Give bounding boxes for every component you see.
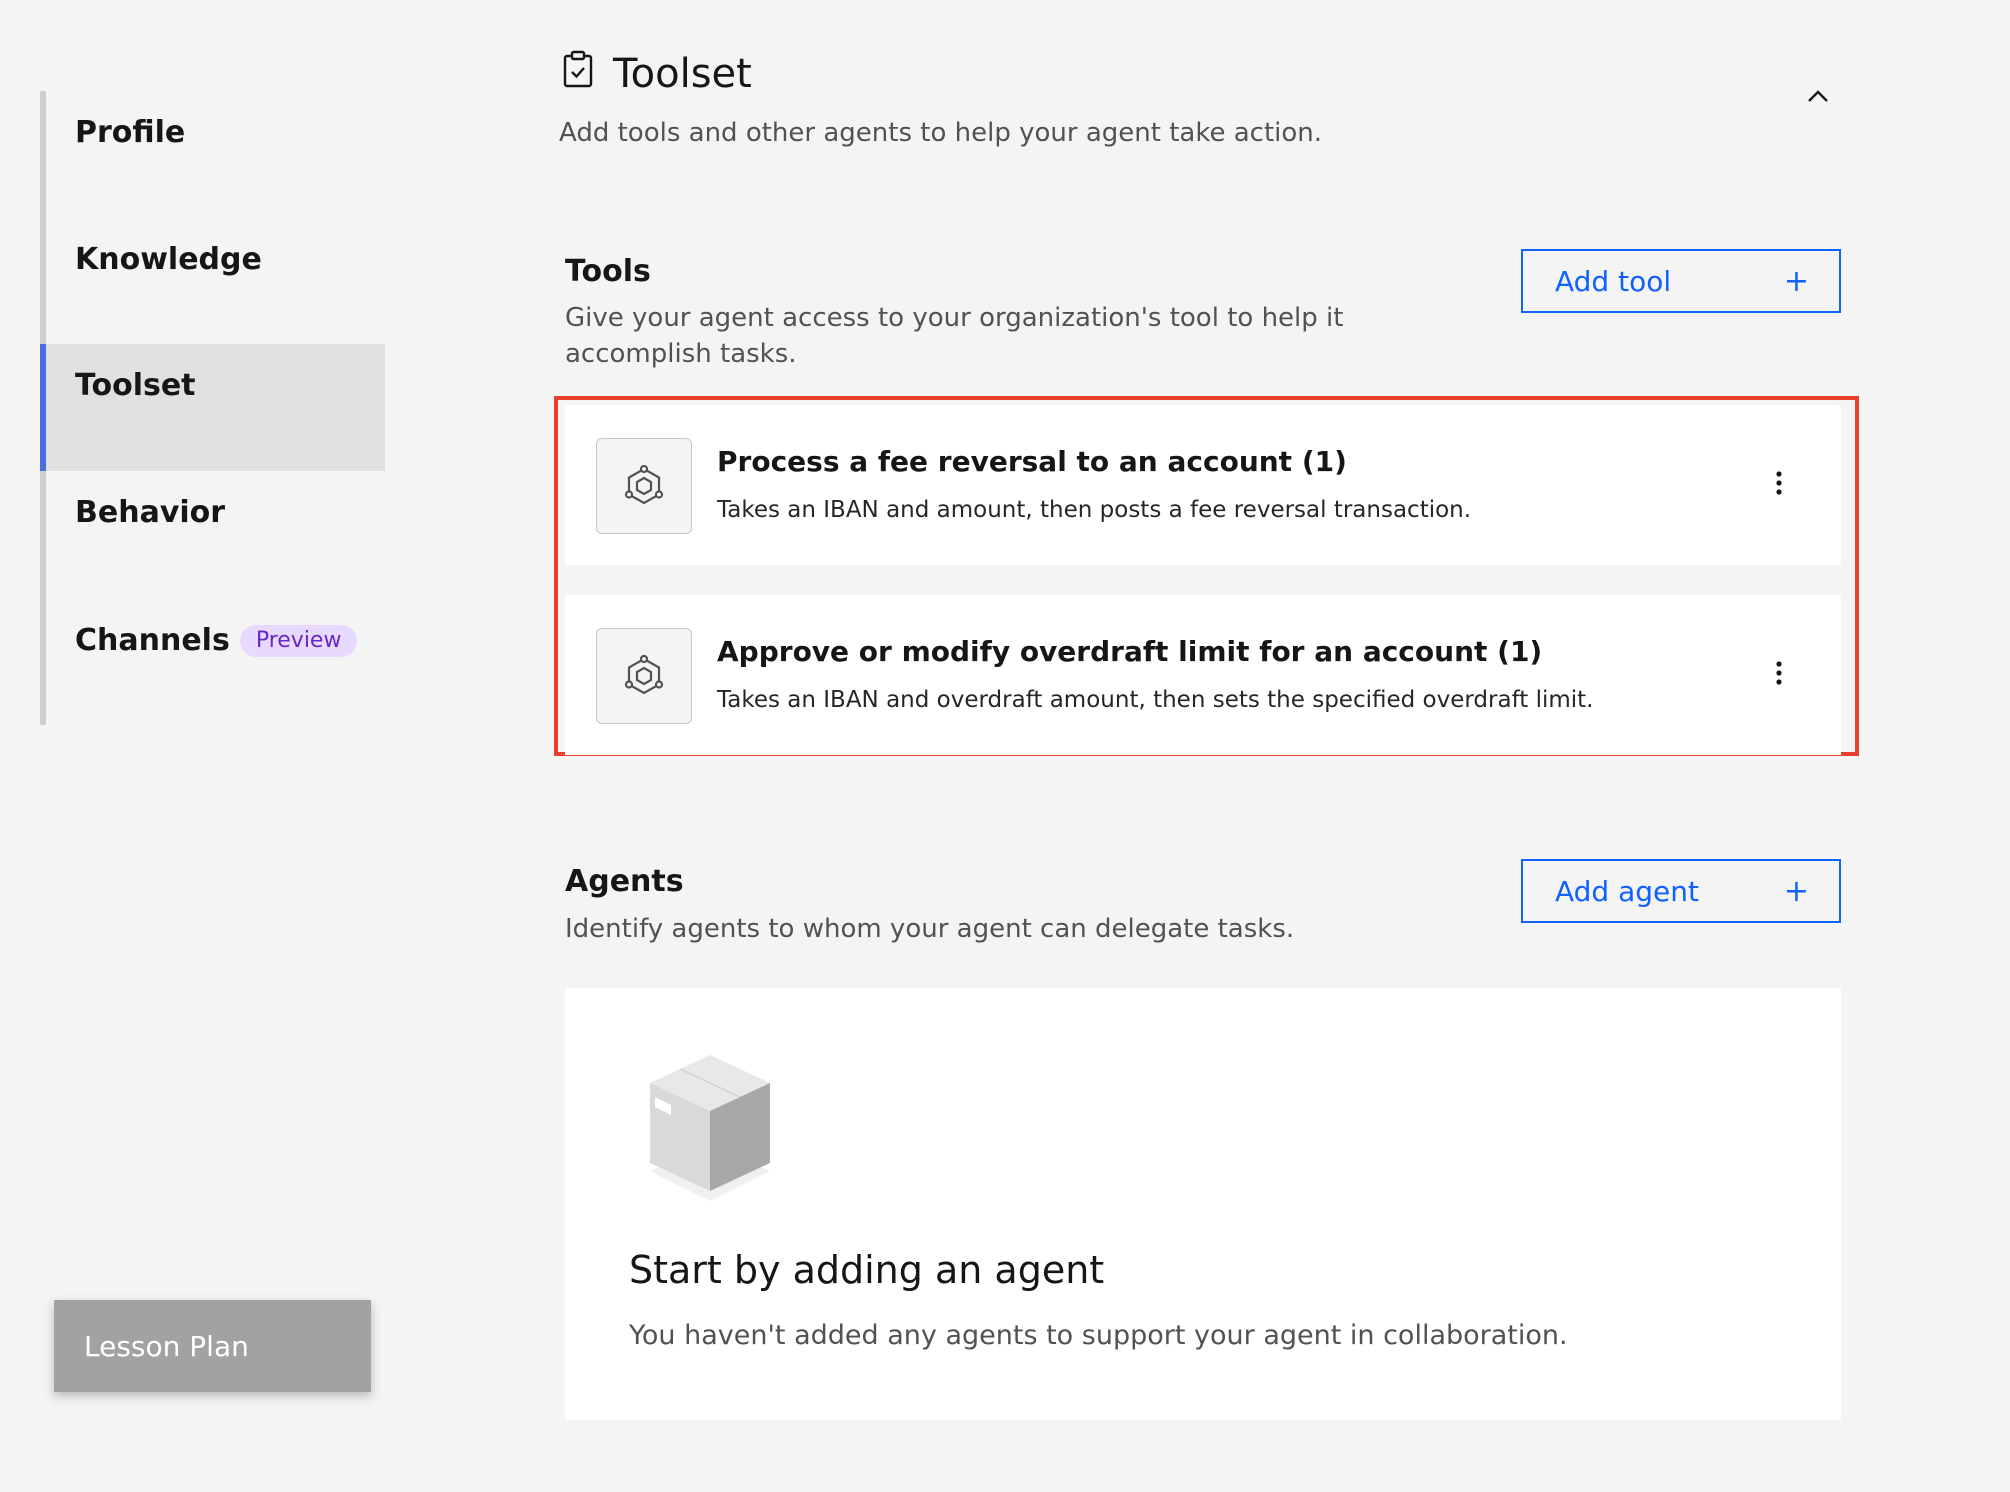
agents-description: Identify agents to whom your agent can d…	[565, 914, 1295, 944]
sidebar-item-behavior[interactable]: Behavior	[40, 449, 385, 576]
empty-state-title: Start by adding an agent	[629, 1248, 1105, 1292]
sidebar-item-label: Channels	[75, 623, 230, 658]
tool-name: Process a fee reversal to an account (1)	[717, 445, 1347, 478]
lesson-plan-button[interactable]: Lesson Plan	[54, 1300, 371, 1392]
plus-icon: +	[1783, 873, 1809, 909]
box-illustration	[645, 1053, 775, 1217]
sidebar-item-label: Toolset	[75, 367, 196, 403]
sidebar-item-label: Knowledge	[75, 242, 262, 277]
sidebar-item-profile[interactable]: Profile	[40, 69, 385, 196]
add-agent-label: Add agent	[1555, 874, 1699, 908]
chevron-up-icon	[1806, 88, 1830, 108]
overflow-menu-vertical-icon	[1776, 661, 1782, 689]
add-tool-label: Add tool	[1555, 264, 1672, 298]
overflow-menu-button[interactable]	[1761, 467, 1797, 503]
sidebar-item-label: Behavior	[75, 495, 226, 530]
clipboard-check-icon	[563, 50, 593, 98]
tool-description: Takes an IBAN and amount, then posts a f…	[717, 497, 1472, 523]
section-subtitle: Add tools and other agents to help your …	[559, 118, 1323, 148]
add-tool-button[interactable]: Add tool +	[1521, 249, 1841, 313]
agents-empty-state: Start by adding an agent You haven't add…	[565, 988, 1841, 1420]
overflow-menu-vertical-icon	[1776, 471, 1782, 499]
add-agent-button[interactable]: Add agent +	[1521, 859, 1841, 923]
collapse-button[interactable]	[1800, 80, 1836, 116]
tool-name: Approve or modify overdraft limit for an…	[717, 635, 1543, 668]
sidebar-item-channels[interactable]: Channels Preview	[40, 577, 385, 704]
empty-state-description: You haven't added any agents to support …	[629, 1320, 1568, 1351]
section-header: Toolset	[563, 50, 752, 98]
section-title: Toolset	[613, 51, 752, 97]
lesson-plan-label: Lesson Plan	[84, 1329, 249, 1363]
sidebar-item-label: Profile	[75, 115, 186, 150]
tools-description: Give your agent access to your organizat…	[565, 303, 1344, 369]
tool-card[interactable]: Process a fee reversal to an account (1)…	[565, 405, 1841, 565]
tool-card[interactable]: Approve or modify overdraft limit for an…	[565, 595, 1841, 755]
overflow-menu-button[interactable]	[1761, 657, 1797, 693]
plus-icon: +	[1783, 263, 1809, 299]
hexagon-network-icon	[596, 628, 692, 724]
agents-title: Agents	[565, 864, 684, 899]
tool-description: Takes an IBAN and overdraft amount, then…	[717, 687, 1594, 713]
tools-title: Tools	[565, 254, 651, 289]
sidebar-item-knowledge[interactable]: Knowledge	[40, 196, 385, 323]
preview-tag: Preview	[239, 624, 358, 657]
hexagon-network-icon	[596, 438, 692, 534]
